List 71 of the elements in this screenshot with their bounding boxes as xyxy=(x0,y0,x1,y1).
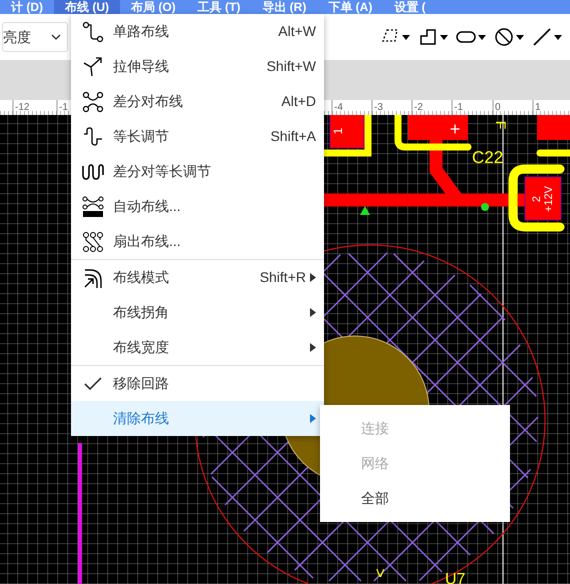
pad-label: +12V xyxy=(543,186,555,212)
silkscreen-label: > xyxy=(371,568,388,578)
menu-item-label: 移除回路 xyxy=(113,374,169,393)
menu-item[interactable]: 差分对等长调节 xyxy=(71,154,324,189)
menu-bar-item[interactable]: 布线 (U) xyxy=(54,0,120,14)
pad-label: 2 xyxy=(531,196,543,202)
caret-icon xyxy=(516,34,524,40)
smd-pad xyxy=(524,176,562,220)
silkscreen-label: U7 xyxy=(445,571,466,584)
ruler-label: 1 xyxy=(535,102,541,113)
caret-icon xyxy=(478,34,486,40)
menu-item[interactable]: 差分对布线 Alt+D xyxy=(71,84,324,119)
shortcut-label: Alt+D xyxy=(281,92,316,111)
dot-marker-icon xyxy=(481,203,489,211)
line-icon xyxy=(532,27,552,47)
menu-item[interactable]: 单路布线 Alt+W xyxy=(71,14,324,49)
shortcut-label: Alt+W xyxy=(278,22,316,41)
caret-icon xyxy=(554,34,562,40)
menu-item-label: 自动布线... xyxy=(113,197,181,216)
menu-item[interactable]: 布线拐角 xyxy=(71,295,324,330)
menu-item-label: 等长调节 xyxy=(113,127,169,146)
menu-item-label: 布线宽度 xyxy=(113,338,169,357)
silkscreen-label: F xyxy=(493,120,509,130)
prohibited-circle-tool-button[interactable] xyxy=(494,27,524,47)
menu-item-label: 差分对等长调节 xyxy=(113,162,211,181)
ruler-label: -2 xyxy=(414,102,423,113)
route-mode-icon xyxy=(82,266,104,288)
layer-select[interactable]: 亮度 xyxy=(2,22,68,52)
caret-icon xyxy=(440,34,448,40)
ruler-label: -1 xyxy=(59,102,68,113)
menu-item-label: 布线模式 xyxy=(113,268,169,287)
menu-item-label: 拉伸导线 xyxy=(113,57,169,76)
ruler-label: 0 xyxy=(495,102,501,113)
menu-item-label: 扇出布线... xyxy=(113,232,181,251)
menu-item[interactable]: 等长调节 Shift+A xyxy=(71,119,324,154)
pad-label: + xyxy=(450,119,460,139)
pad-label: 1 xyxy=(331,128,345,134)
ruler-label: -12 xyxy=(15,102,30,113)
menu-item[interactable]: 移除回路 xyxy=(71,366,324,401)
shortcut-label: Shift+W xyxy=(266,57,316,76)
differential-pair-icon xyxy=(82,90,104,112)
shortcut-label: Shift+A xyxy=(270,127,316,146)
menu-item-label: 单路布线 xyxy=(113,22,169,41)
auto-route-icon xyxy=(82,196,104,218)
wave-line-icon xyxy=(82,126,104,148)
ruler-label: -3 xyxy=(374,102,383,113)
submenu-item[interactable]: 全部 xyxy=(320,481,510,516)
caret-icon xyxy=(402,34,410,40)
chevron-down-icon xyxy=(51,34,61,40)
ruler-label: -1 xyxy=(454,102,463,113)
menu-item[interactable]: 自动布线... xyxy=(71,189,324,224)
prohibited-circle-icon xyxy=(494,27,514,47)
menu-item-label: 布线拐角 xyxy=(113,303,169,322)
menu-item[interactable]: 清除布线 xyxy=(71,401,324,436)
step-shape-icon xyxy=(418,27,438,47)
menu-item[interactable]: 扇出布线... xyxy=(71,224,324,259)
menu-item[interactable]: 布线模式 Shift+R xyxy=(71,260,324,295)
ruler-label: -4 xyxy=(334,102,343,113)
menu-item-label: 差分对布线 xyxy=(113,92,183,111)
shortcut-label: Shift+R xyxy=(260,268,306,287)
menu-item[interactable]: 拉伸导线 Shift+W xyxy=(71,49,324,84)
silkscreen-outline xyxy=(508,164,564,232)
menu-item-label: 清除布线 xyxy=(113,409,169,428)
menu-item[interactable]: 布线宽度 xyxy=(71,330,324,365)
line-tool-button[interactable] xyxy=(532,27,562,47)
fanout-icon xyxy=(82,230,104,252)
silkscreen-label: C22 xyxy=(472,148,504,167)
stretch-line-icon xyxy=(82,56,104,78)
step-shape-tool-button[interactable] xyxy=(418,27,448,47)
route-single-icon xyxy=(82,20,104,42)
triangle-marker-icon xyxy=(360,206,370,215)
